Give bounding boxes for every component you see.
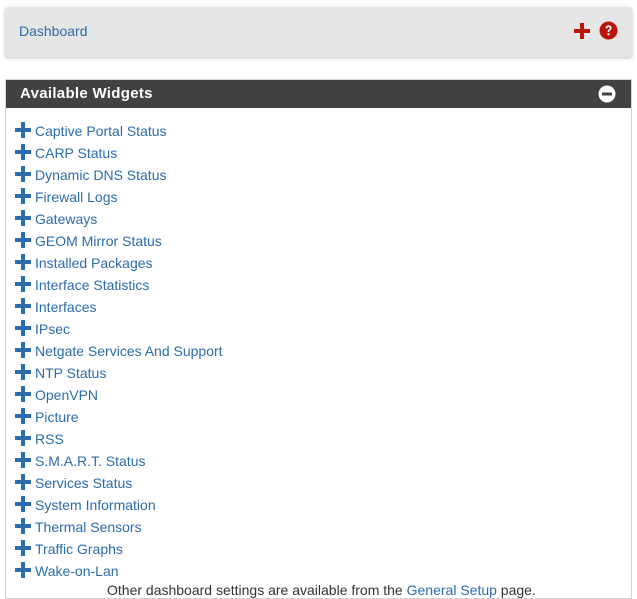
- general-setup-link[interactable]: General Setup: [407, 582, 497, 598]
- plus-icon: [15, 473, 31, 490]
- panel-header: Available Widgets: [6, 80, 631, 108]
- widget-label: GEOM Mirror Status: [35, 233, 162, 249]
- widget-item[interactable]: Dynamic DNS Status: [15, 164, 223, 186]
- widget-item[interactable]: Netgate Services And Support: [15, 340, 223, 362]
- widget-label: Wake-on-Lan: [35, 563, 119, 579]
- minus-circle-icon: [598, 85, 616, 103]
- widget-item[interactable]: Services Status: [15, 472, 223, 494]
- widget-list: Captive Portal Status CARP Status Dynamic …: [15, 120, 223, 582]
- available-widgets-panel: Available Widgets Captive Portal Status C…: [5, 79, 632, 599]
- add-widget-button[interactable]: [573, 22, 591, 40]
- widget-label: Services Status: [35, 475, 133, 491]
- widget-label: Gateways: [35, 211, 98, 227]
- help-button[interactable]: [599, 21, 618, 40]
- widget-item[interactable]: S.M.A.R.T. Status: [15, 450, 223, 472]
- plus-icon: [15, 187, 31, 204]
- plus-icon: [15, 495, 31, 512]
- widget-item[interactable]: CARP Status: [15, 142, 223, 164]
- widget-item[interactable]: Installed Packages: [15, 252, 223, 274]
- plus-icon: [15, 253, 31, 270]
- collapse-panel-button[interactable]: [598, 85, 616, 108]
- widget-item[interactable]: Traffic Graphs: [15, 538, 223, 560]
- widget-label: Dynamic DNS Status: [35, 167, 167, 183]
- top-toolbar: [573, 21, 618, 40]
- widget-label: RSS: [35, 431, 64, 447]
- breadcrumb: Dashboard: [5, 7, 632, 57]
- widget-item[interactable]: RSS: [15, 428, 223, 450]
- plus-icon: [15, 143, 31, 160]
- widget-label: Thermal Sensors: [35, 519, 142, 535]
- breadcrumb-dashboard-link[interactable]: Dashboard: [19, 23, 88, 39]
- question-circle-icon: [599, 21, 618, 40]
- widget-label: Firewall Logs: [35, 189, 118, 205]
- widget-item[interactable]: Firewall Logs: [15, 186, 223, 208]
- widget-label: Picture: [35, 409, 79, 425]
- widget-item[interactable]: GEOM Mirror Status: [15, 230, 223, 252]
- widget-label: Captive Portal Status: [35, 123, 167, 139]
- widget-label: S.M.A.R.T. Status: [35, 453, 146, 469]
- widget-item[interactable]: IPsec: [15, 318, 223, 340]
- widget-item[interactable]: Interfaces: [15, 296, 223, 318]
- footer-prefix: Other dashboard settings are available f…: [107, 582, 407, 598]
- widget-item[interactable]: Thermal Sensors: [15, 516, 223, 538]
- widget-label: Traffic Graphs: [35, 541, 123, 557]
- widget-item[interactable]: NTP Status: [15, 362, 223, 384]
- plus-icon: [574, 22, 590, 39]
- footer-note: Other dashboard settings are available f…: [107, 582, 536, 598]
- widget-label: Netgate Services And Support: [35, 343, 223, 359]
- plus-icon: [15, 297, 31, 314]
- plus-icon: [15, 429, 31, 446]
- plus-icon: [15, 209, 31, 226]
- plus-icon: [15, 165, 31, 182]
- plus-icon: [15, 539, 31, 556]
- widget-label: OpenVPN: [35, 387, 99, 403]
- plus-icon: [15, 407, 31, 424]
- widget-label: IPsec: [35, 321, 71, 337]
- widget-item[interactable]: System Information: [15, 494, 223, 516]
- plus-icon: [15, 341, 31, 358]
- plus-icon: [15, 517, 31, 534]
- widget-item[interactable]: Wake-on-Lan: [15, 560, 223, 582]
- plus-icon: [15, 451, 31, 468]
- plus-icon: [15, 231, 31, 248]
- widget-item[interactable]: Captive Portal Status: [15, 120, 223, 142]
- widget-label: System Information: [35, 497, 156, 513]
- widget-label: Interfaces: [35, 299, 97, 315]
- widget-item[interactable]: Gateways: [15, 208, 223, 230]
- plus-icon: [15, 121, 31, 138]
- plus-icon: [15, 561, 31, 578]
- plus-icon: [15, 275, 31, 292]
- footer-suffix: page.: [496, 582, 536, 598]
- widget-label: Installed Packages: [35, 255, 153, 271]
- widget-item[interactable]: OpenVPN: [15, 384, 223, 406]
- widget-label: CARP Status: [35, 145, 118, 161]
- plus-icon: [15, 385, 31, 402]
- widget-label: NTP Status: [35, 365, 107, 381]
- panel-title: Available Widgets: [20, 85, 153, 102]
- plus-icon: [15, 319, 31, 336]
- widget-item[interactable]: Interface Statistics: [15, 274, 223, 296]
- widget-label: Interface Statistics: [35, 277, 150, 293]
- plus-icon: [15, 363, 31, 380]
- widget-item[interactable]: Picture: [15, 406, 223, 428]
